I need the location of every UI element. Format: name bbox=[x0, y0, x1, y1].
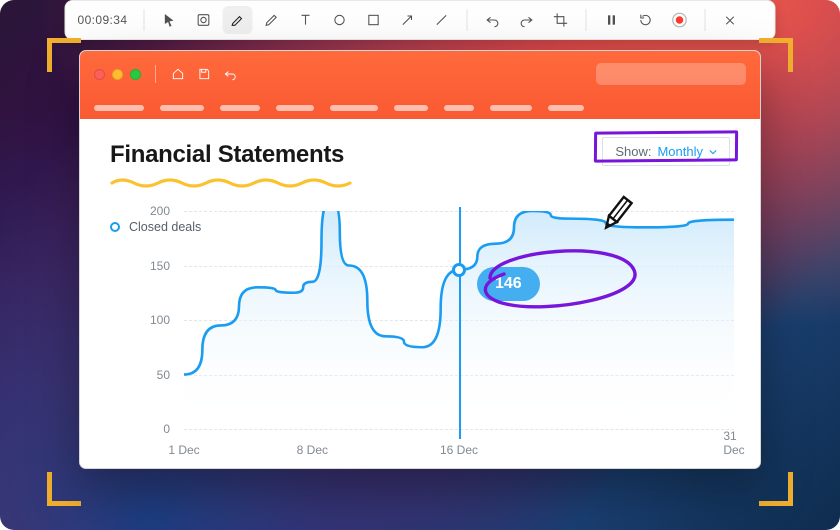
ribbon-tab[interactable] bbox=[276, 105, 314, 111]
highlighter-icon[interactable] bbox=[222, 6, 252, 34]
capture-corner bbox=[47, 472, 81, 506]
restart-icon[interactable] bbox=[630, 6, 660, 34]
plot-area: 146 bbox=[184, 211, 734, 429]
y-tick: 200 bbox=[150, 204, 170, 218]
search-input[interactable] bbox=[610, 68, 752, 80]
home-icon[interactable] bbox=[170, 66, 186, 82]
y-tick: 150 bbox=[150, 259, 170, 273]
ribbon-tab[interactable] bbox=[160, 105, 204, 111]
separator bbox=[143, 9, 144, 31]
separator bbox=[704, 9, 705, 31]
ribbon-tab[interactable] bbox=[94, 105, 144, 111]
filter-rectangle-annotation bbox=[594, 130, 738, 162]
text-icon[interactable] bbox=[290, 6, 320, 34]
capture-corner bbox=[759, 38, 793, 72]
ribbon-tab[interactable] bbox=[444, 105, 474, 111]
presentation-window: Financial Statements Show: Monthly Close… bbox=[79, 50, 761, 469]
close-window-icon[interactable] bbox=[94, 69, 105, 80]
marker-line bbox=[459, 207, 461, 439]
chart: 050100150200 146 1 Dec8 Dec16 Dec31 Dec bbox=[106, 211, 734, 457]
recording-timer: 00:09:34 bbox=[78, 13, 128, 27]
redo-icon[interactable] bbox=[511, 6, 541, 34]
zoom-window-icon[interactable] bbox=[130, 69, 141, 80]
marker-dot bbox=[452, 263, 466, 277]
search-field[interactable] bbox=[596, 63, 746, 85]
capture-corner bbox=[47, 38, 81, 72]
y-axis: 050100150200 bbox=[106, 211, 184, 429]
arrow-icon[interactable] bbox=[392, 6, 422, 34]
record-icon[interactable] bbox=[664, 6, 694, 34]
pause-icon[interactable] bbox=[596, 6, 626, 34]
ribbon-tab[interactable] bbox=[220, 105, 260, 111]
slide-content: Financial Statements Show: Monthly bbox=[80, 119, 760, 194]
square-icon[interactable] bbox=[358, 6, 388, 34]
pointer-icon[interactable] bbox=[154, 6, 184, 34]
x-tick: 8 Dec bbox=[297, 443, 328, 457]
chart-tooltip: 146 bbox=[477, 267, 540, 301]
separator bbox=[585, 9, 586, 31]
recorder-toolbar: 00:09:34 bbox=[65, 0, 776, 40]
x-tick: 31 Dec bbox=[723, 429, 744, 457]
y-tick: 0 bbox=[163, 422, 170, 436]
y-tick: 50 bbox=[157, 368, 170, 382]
capture-corner bbox=[759, 472, 793, 506]
window-controls[interactable] bbox=[94, 69, 141, 80]
titlebar bbox=[80, 51, 760, 97]
separator bbox=[466, 9, 467, 31]
close-icon[interactable] bbox=[715, 6, 745, 34]
minimize-window-icon[interactable] bbox=[112, 69, 123, 80]
ribbon-tab[interactable] bbox=[490, 105, 532, 111]
y-tick: 100 bbox=[150, 313, 170, 327]
circle-icon[interactable] bbox=[324, 6, 354, 34]
undo-icon[interactable] bbox=[477, 6, 507, 34]
ribbon-tab[interactable] bbox=[394, 105, 428, 111]
ribbon-tab[interactable] bbox=[548, 105, 584, 111]
separator bbox=[155, 65, 156, 83]
capture-area-icon[interactable] bbox=[188, 6, 218, 34]
crop-icon[interactable] bbox=[545, 6, 575, 34]
title-underline-annotation bbox=[110, 175, 360, 189]
save-icon[interactable] bbox=[196, 66, 212, 82]
pencil-icon[interactable] bbox=[256, 6, 286, 34]
x-tick: 16 Dec bbox=[440, 443, 478, 457]
line-icon[interactable] bbox=[426, 6, 456, 34]
ribbon-tabs[interactable] bbox=[80, 97, 760, 119]
ribbon-tab[interactable] bbox=[330, 105, 378, 111]
undo-small-icon[interactable] bbox=[222, 66, 238, 82]
x-tick: 1 Dec bbox=[168, 443, 199, 457]
